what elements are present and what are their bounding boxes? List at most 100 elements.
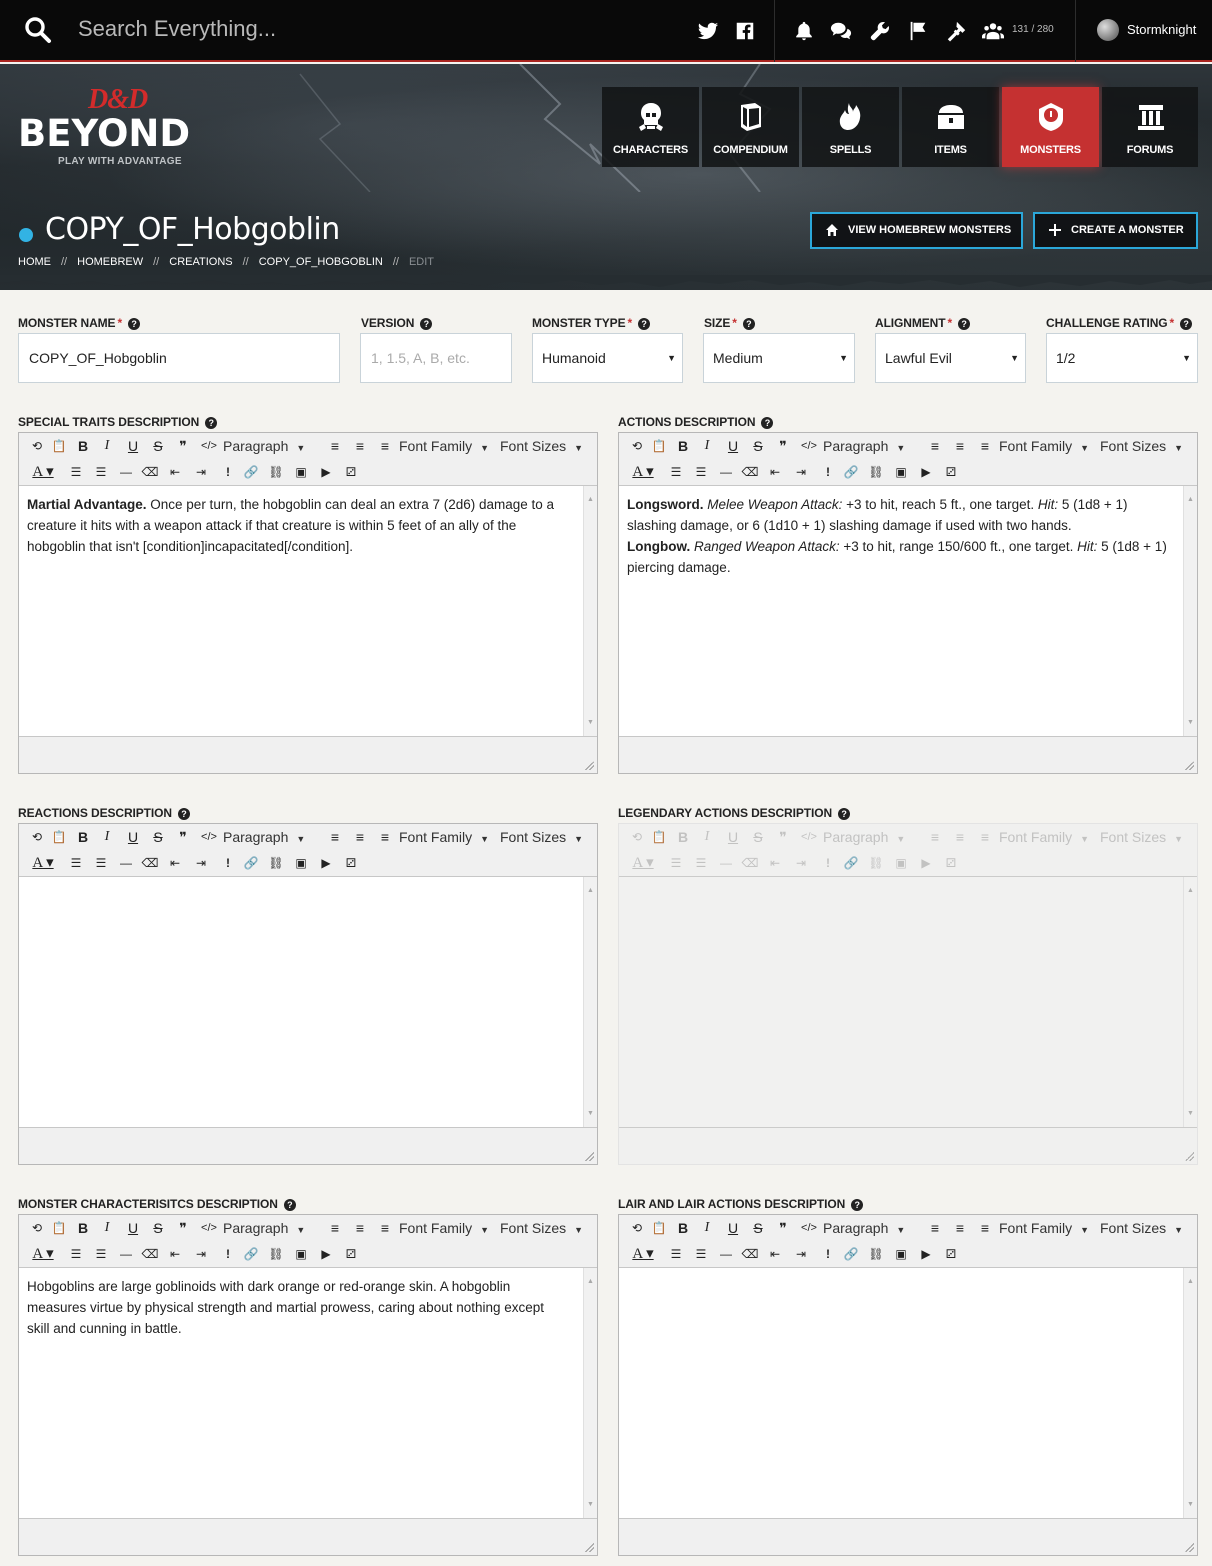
- help-icon[interactable]: ?: [205, 417, 218, 429]
- strikethrough-button[interactable]: S: [148, 1218, 168, 1238]
- help-icon[interactable]: ?: [283, 1199, 296, 1211]
- strikethrough-button[interactable]: S: [148, 827, 168, 847]
- nav-spells[interactable]: SPELLS: [802, 87, 899, 167]
- image-icon[interactable]: ▣: [291, 1244, 311, 1264]
- undo-icon[interactable]: ⟲: [627, 1218, 647, 1238]
- align-right-icon[interactable]: ≡: [375, 827, 395, 847]
- size-select[interactable]: Medium ▼: [703, 333, 855, 383]
- align-left-icon[interactable]: ≡: [925, 1218, 945, 1238]
- unlink-icon[interactable]: ⛓: [866, 1244, 886, 1264]
- italic-button[interactable]: I: [697, 1218, 717, 1238]
- numbered-list-button[interactable]: ☰: [91, 853, 111, 873]
- resize-handle-icon[interactable]: [584, 1542, 594, 1552]
- scrollbar[interactable]: ▲ ▼: [1183, 486, 1197, 736]
- eraser-icon[interactable]: ⌫: [740, 462, 760, 482]
- bold-button[interactable]: B: [73, 827, 93, 847]
- help-icon[interactable]: ?: [128, 318, 141, 330]
- align-left-icon[interactable]: ≡: [325, 1218, 345, 1238]
- scrollbar[interactable]: ▲ ▼: [583, 486, 597, 736]
- underline-button[interactable]: U: [123, 1218, 143, 1238]
- paste-icon[interactable]: 📋: [649, 1218, 669, 1238]
- scrollbar[interactable]: ▲ ▼: [583, 877, 597, 1127]
- link-icon[interactable]: 🔗: [241, 853, 261, 873]
- undo-icon[interactable]: ⟲: [27, 436, 47, 456]
- bold-button[interactable]: B: [73, 1218, 93, 1238]
- twitter-icon[interactable]: [697, 20, 719, 42]
- bold-button[interactable]: B: [673, 436, 693, 456]
- view-homebrew-monsters-button[interactable]: VIEW HOMEBREW MONSTERS: [810, 212, 1023, 249]
- text-color-button[interactable]: A ▾: [627, 1244, 659, 1264]
- unlink-icon[interactable]: ⛓: [266, 853, 286, 873]
- bold-button[interactable]: B: [73, 436, 93, 456]
- outdent-icon[interactable]: ⇤: [765, 1244, 785, 1264]
- image-icon[interactable]: ▣: [891, 1244, 911, 1264]
- align-center-icon[interactable]: ≡: [350, 1218, 370, 1238]
- monster-type-select[interactable]: Humanoid ▼: [532, 333, 683, 383]
- breadcrumb-homebrew[interactable]: HOMEBREW: [77, 256, 143, 268]
- font-family-dropdown[interactable]: Font Family ▼: [399, 827, 489, 847]
- align-right-icon[interactable]: ≡: [975, 1218, 995, 1238]
- font-sizes-dropdown[interactable]: Font Sizes ▼: [500, 1218, 583, 1238]
- warning-icon[interactable]: !: [818, 462, 838, 482]
- numbered-list-button[interactable]: ☰: [691, 462, 711, 482]
- outdent-icon[interactable]: ⇤: [765, 462, 785, 482]
- bold-button[interactable]: B: [673, 1218, 693, 1238]
- font-family-dropdown[interactable]: Font Family ▼: [999, 436, 1089, 456]
- video-icon[interactable]: ▶: [916, 462, 936, 482]
- eraser-icon[interactable]: ⌫: [140, 1244, 160, 1264]
- strikethrough-button[interactable]: S: [148, 436, 168, 456]
- video-icon[interactable]: ▶: [316, 1244, 336, 1264]
- outdent-icon[interactable]: ⇤: [165, 853, 185, 873]
- link-icon[interactable]: 🔗: [841, 1244, 861, 1264]
- dice-icon[interactable]: ⚂: [341, 853, 361, 873]
- paste-icon[interactable]: 📋: [49, 436, 69, 456]
- text-color-button[interactable]: A ▾: [627, 462, 659, 482]
- undo-icon[interactable]: ⟲: [27, 1218, 47, 1238]
- italic-button[interactable]: I: [97, 827, 117, 847]
- bullet-list-button[interactable]: ☰: [666, 462, 686, 482]
- italic-button[interactable]: I: [97, 436, 117, 456]
- image-icon[interactable]: ▣: [291, 853, 311, 873]
- video-icon[interactable]: ▶: [316, 462, 336, 482]
- paragraph-dropdown[interactable]: Paragraph ▼: [823, 436, 905, 456]
- characteristics-textarea[interactable]: Hobgoblins are large goblinoids with dar…: [19, 1267, 597, 1519]
- strikethrough-button[interactable]: S: [748, 436, 768, 456]
- video-icon[interactable]: ▶: [916, 1244, 936, 1264]
- indent-icon[interactable]: ⇥: [791, 1244, 811, 1264]
- video-icon[interactable]: ▶: [316, 853, 336, 873]
- font-sizes-dropdown[interactable]: Font Sizes ▼: [500, 436, 583, 456]
- paragraph-dropdown[interactable]: Paragraph ▼: [823, 1218, 905, 1238]
- warning-icon[interactable]: !: [218, 1244, 238, 1264]
- breadcrumb-monster[interactable]: COPY_OF_HOBGOBLIN: [259, 256, 383, 268]
- align-right-icon[interactable]: ≡: [375, 1218, 395, 1238]
- paste-icon[interactable]: 📋: [649, 436, 669, 456]
- alignment-select[interactable]: Lawful Evil ▼: [875, 333, 1026, 383]
- bullet-list-button[interactable]: ☰: [66, 1244, 86, 1264]
- indent-icon[interactable]: ⇥: [791, 462, 811, 482]
- search-input[interactable]: Search Everything...: [78, 16, 276, 42]
- breadcrumb-creations[interactable]: CREATIONS: [169, 256, 232, 268]
- code-icon[interactable]: </>: [199, 827, 219, 847]
- warning-icon[interactable]: !: [818, 1244, 838, 1264]
- eraser-icon[interactable]: ⌫: [140, 853, 160, 873]
- nav-items[interactable]: ITEMS: [902, 87, 999, 167]
- lair-actions-textarea[interactable]: ▲ ▼: [619, 1267, 1197, 1519]
- outdent-icon[interactable]: ⇤: [165, 462, 185, 482]
- resize-handle-icon[interactable]: [584, 1151, 594, 1161]
- search-icon[interactable]: [24, 16, 52, 44]
- version-input[interactable]: 1, 1.5, A, B, etc.: [360, 333, 512, 383]
- italic-button[interactable]: I: [97, 1218, 117, 1238]
- align-right-icon[interactable]: ≡: [375, 436, 395, 456]
- image-icon[interactable]: ▣: [891, 462, 911, 482]
- numbered-list-button[interactable]: ☰: [691, 1244, 711, 1264]
- actions-textarea[interactable]: Longsword. Melee Weapon Attack: +3 to hi…: [619, 485, 1197, 737]
- wrench-icon[interactable]: [869, 20, 891, 42]
- paste-icon[interactable]: 📋: [49, 1218, 69, 1238]
- resize-handle-icon[interactable]: [584, 760, 594, 770]
- image-icon[interactable]: ▣: [291, 462, 311, 482]
- dice-icon[interactable]: ⚂: [341, 462, 361, 482]
- hammer-icon[interactable]: [945, 20, 967, 42]
- text-color-button[interactable]: A ▾: [27, 462, 59, 482]
- undo-icon[interactable]: ⟲: [27, 827, 47, 847]
- horizontal-rule-icon[interactable]: —: [716, 462, 736, 482]
